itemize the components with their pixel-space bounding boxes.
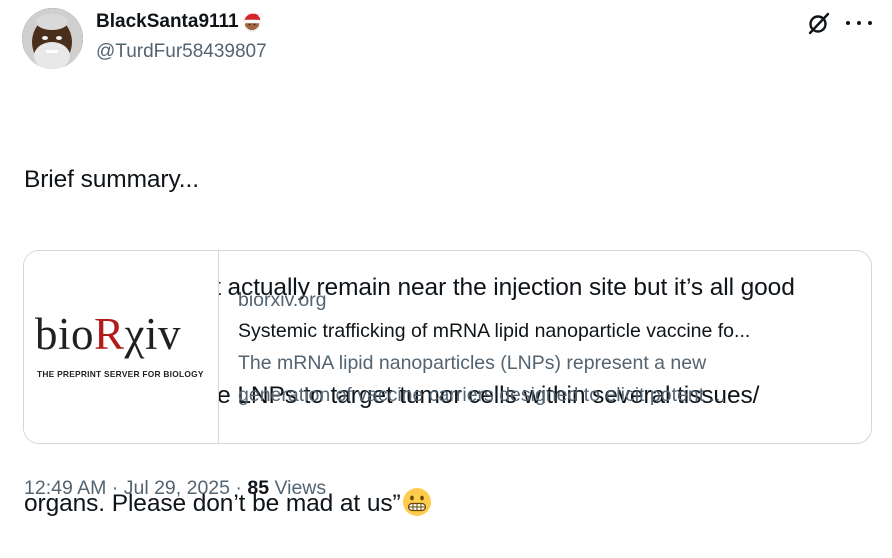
link-card-description-line: generation of vaccine carriers designed … — [238, 384, 726, 406]
biorxiv-tagline: THE PREPRINT SERVER FOR BIOLOGY — [37, 369, 204, 379]
meta-separator: · — [230, 477, 248, 499]
link-card-description: The mRNA lipid nanoparticles (LNPs) repr… — [238, 347, 858, 411]
author-handle[interactable]: @TurdFur58439807 — [96, 40, 267, 64]
logo-text-xiv: χiv — [124, 309, 182, 359]
author-display-name-row[interactable]: BlackSanta9111 — [96, 10, 263, 34]
tweet-date[interactable]: Jul 29, 2025 — [124, 477, 230, 499]
view-count: 85 — [247, 477, 270, 499]
biorxiv-logo[interactable]: bioRχiv THE PREPRINT SERVER FOR BIOLOGY — [24, 251, 219, 443]
santa-emoji — [242, 13, 263, 33]
tweet-text-line: Brief summary... — [24, 166, 199, 193]
logo-text-bio: bio — [35, 309, 95, 359]
link-card-body[interactable]: biorxiv.org Systemic trafficking of mRNA… — [238, 285, 858, 411]
more-dot — [857, 21, 861, 25]
tweet-time[interactable]: 12:49 AM — [24, 477, 106, 499]
avatar[interactable] — [22, 8, 83, 69]
grimacing-face-emoji — [402, 488, 431, 516]
more-dot — [868, 21, 872, 25]
meta-separator: · — [106, 477, 124, 499]
author-display-name[interactable]: BlackSanta9111 — [96, 10, 239, 34]
more-dot — [846, 21, 850, 25]
views-label: Views — [269, 477, 327, 499]
tweet-meta: 12:49 AM · Jul 29, 2025 · 85 Views — [24, 475, 326, 501]
link-preview-card[interactable]: bioRχiv THE PREPRINT SERVER FOR BIOLOGY … — [23, 250, 872, 444]
grok-icon[interactable] — [806, 10, 832, 36]
logo-text-r: R — [94, 309, 125, 359]
biorxiv-logo-wordmark: bioRχiv — [35, 309, 181, 359]
link-card-domain: biorxiv.org — [238, 289, 327, 311]
link-card-description-line: The mRNA lipid nanoparticles (LNPs) repr… — [238, 352, 707, 374]
link-card-title[interactable]: Systemic trafficking of mRNA lipid nanop… — [238, 315, 858, 347]
more-options-icon[interactable] — [846, 12, 872, 34]
